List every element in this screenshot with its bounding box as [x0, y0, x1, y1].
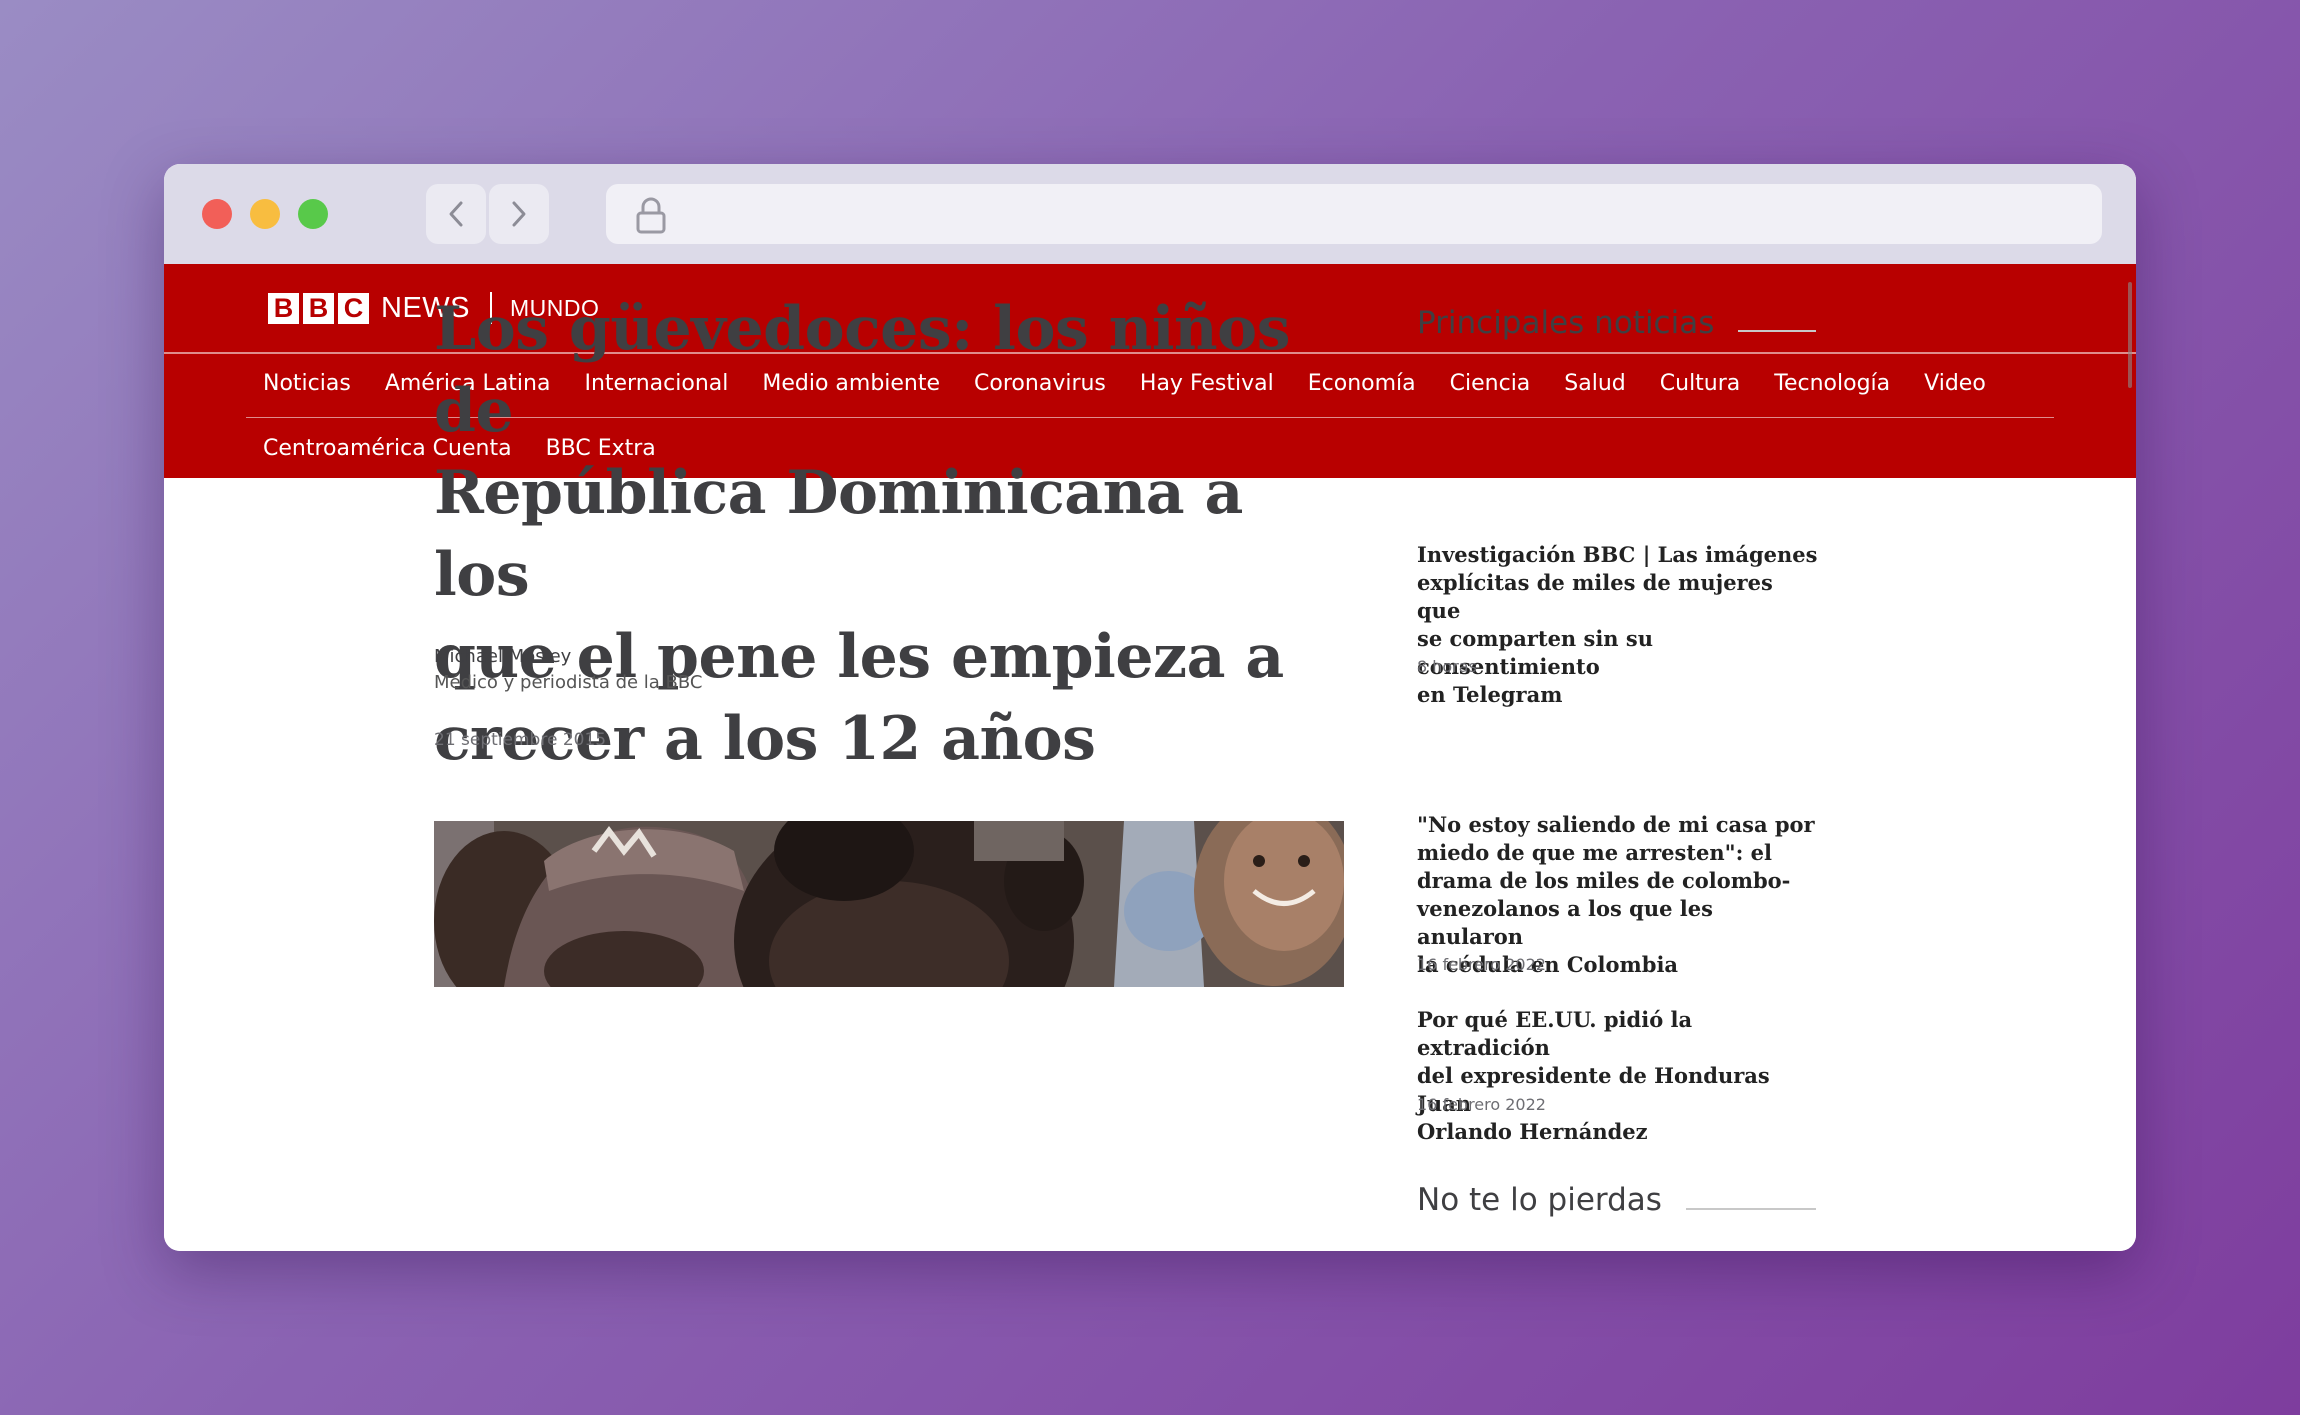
- title-line: drama de los miles de colombo-: [1417, 868, 1791, 893]
- bbc-letter: B: [268, 292, 299, 324]
- browser-titlebar: [164, 164, 2136, 264]
- author-role: Médico y periodista de la BBC: [434, 672, 703, 693]
- address-bar[interactable]: [606, 184, 2102, 244]
- article-hero-image: [434, 821, 1344, 987]
- title-line: venezolanos a los que les anularon: [1417, 896, 1713, 949]
- minimize-window-button[interactable]: [250, 199, 280, 229]
- forward-button[interactable]: [489, 184, 549, 244]
- web-page: B B C NEWS MUNDO Noticias América Latina…: [164, 264, 2136, 1251]
- bbc-blocks-logo: B B C: [268, 292, 369, 324]
- title-line: miedo de que me arresten": el: [1417, 840, 1773, 865]
- back-button[interactable]: [426, 184, 486, 244]
- article-headline: Los güevedoces: los niños de República D…: [434, 288, 1354, 780]
- dont-miss-rule: [1686, 1208, 1816, 1210]
- nav-item-noticias[interactable]: Noticias: [263, 371, 351, 396]
- top-news-item-title[interactable]: "No estoy saliendo de mi casa por miedo …: [1417, 811, 1822, 979]
- title-line: "No estoy saliendo de mi casa por: [1417, 812, 1815, 837]
- title-line: explícitas de miles de mujeres que: [1417, 570, 1773, 623]
- title-line: Investigación BBC | Las imágenes: [1417, 542, 1818, 567]
- bbc-letter: B: [303, 292, 334, 324]
- nav-item-tecnologia[interactable]: Tecnología: [1774, 371, 1890, 396]
- nav-item-salud[interactable]: Salud: [1564, 371, 1625, 396]
- chevron-left-icon: [449, 201, 463, 227]
- dont-miss-heading: No te lo pierdas: [1417, 1182, 1662, 1218]
- title-line: Orlando Hernández: [1417, 1119, 1648, 1144]
- bbc-letter: C: [338, 292, 369, 324]
- author-name: Michael Mosley: [434, 646, 572, 667]
- top-news-rule: [1738, 330, 1816, 332]
- nav-item-ciencia[interactable]: Ciencia: [1450, 371, 1531, 396]
- page-scrollbar[interactable]: [2128, 282, 2132, 388]
- publish-date: 21 septiembre 2015: [434, 730, 607, 750]
- headline-line: Los güevedoces: los niños de: [434, 294, 1290, 446]
- top-news-item-time: 8 horas: [1417, 657, 1477, 676]
- close-window-button[interactable]: [202, 199, 232, 229]
- nav-item-cultura[interactable]: Cultura: [1660, 371, 1741, 396]
- top-news-item-title[interactable]: Por qué EE.UU. pidió la extradición del …: [1417, 1006, 1822, 1146]
- nav-item-video[interactable]: Video: [1924, 371, 1986, 396]
- children-photo-illustration: [434, 821, 1344, 987]
- chevron-right-icon: [512, 201, 526, 227]
- top-news-heading: Principales noticias: [1417, 305, 1715, 341]
- title-line: en Telegram: [1417, 682, 1563, 707]
- maximize-window-button[interactable]: [298, 199, 328, 229]
- lock-icon: [636, 197, 666, 234]
- headline-line: República Dominicana a los: [434, 458, 1243, 610]
- top-news-item-time: 16 febrero 2022: [1417, 955, 1546, 974]
- top-news-item-time: 16 febrero 2022: [1417, 1095, 1546, 1114]
- top-news-item-title[interactable]: Investigación BBC | Las imágenes explíci…: [1417, 541, 1822, 709]
- title-line: Por qué EE.UU. pidió la extradición: [1417, 1007, 1693, 1060]
- browser-window: B B C NEWS MUNDO Noticias América Latina…: [164, 164, 2136, 1251]
